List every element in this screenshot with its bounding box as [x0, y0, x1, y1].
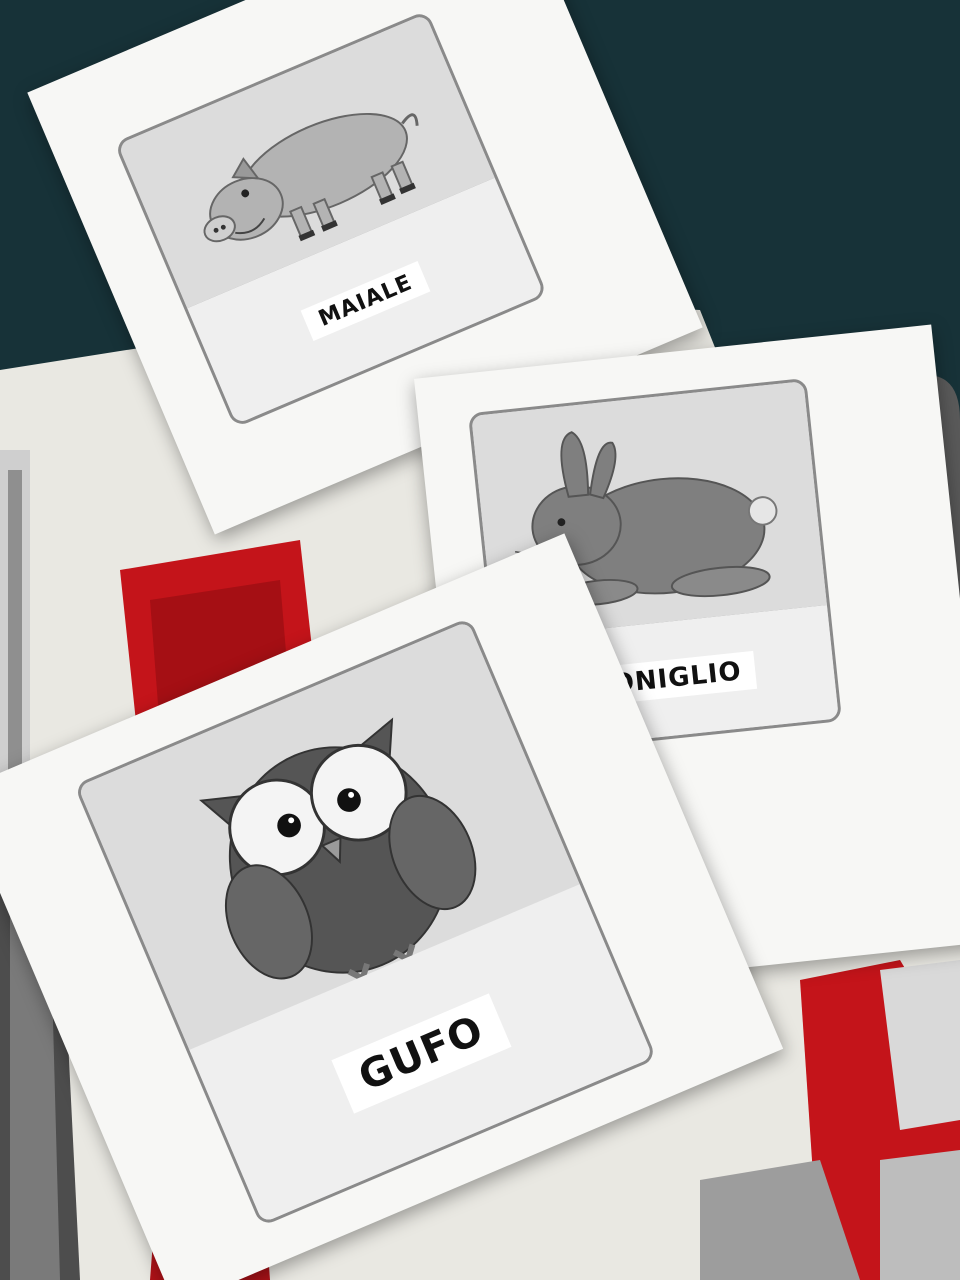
card-label: GUFO [331, 993, 512, 1114]
card-label: MAIALE [300, 260, 431, 342]
card-frame: MAIALE [113, 9, 548, 429]
photo-scene: MAIALE CONIGLIO GUFO [0, 0, 960, 1280]
card-frame: GUFO [73, 617, 658, 1227]
